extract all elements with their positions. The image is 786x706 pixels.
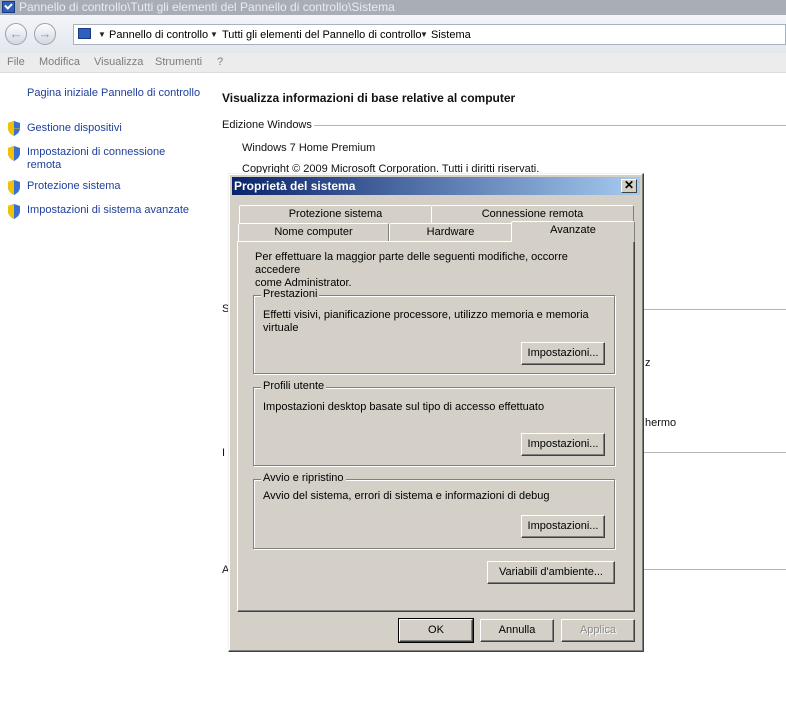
dialog-title: Proprietà del sistema bbox=[234, 179, 356, 193]
description-line: virtuale bbox=[263, 322, 299, 334]
tab-protezione-sistema[interactable]: Protezione sistema bbox=[239, 205, 432, 223]
menu-visualizza[interactable]: Visualizza bbox=[94, 56, 143, 68]
chevron-down-icon[interactable]: ▼ bbox=[420, 27, 428, 43]
tab-nome-computer[interactable]: Nome computer bbox=[238, 223, 389, 241]
ok-button[interactable]: OK bbox=[398, 618, 474, 643]
startup-description: Avvio del sistema, errori di sistema e i… bbox=[263, 490, 550, 502]
close-icon: ✕ bbox=[624, 178, 635, 192]
back-button[interactable]: ← bbox=[5, 23, 27, 45]
shield-icon bbox=[8, 121, 20, 136]
tab-avanzate[interactable]: Avanzate bbox=[511, 221, 635, 242]
profiles-settings-button[interactable]: Impostazioni... bbox=[521, 433, 605, 456]
section-divider bbox=[642, 309, 786, 310]
performance-settings-button[interactable]: Impostazioni... bbox=[521, 342, 605, 365]
cancel-button[interactable]: Annulla bbox=[480, 619, 554, 642]
section-divider bbox=[642, 452, 786, 453]
tab-hardware[interactable]: Hardware bbox=[389, 223, 512, 241]
forward-button[interactable]: → bbox=[34, 23, 56, 45]
section-divider bbox=[642, 569, 786, 570]
startup-settings-button[interactable]: Impostazioni... bbox=[521, 515, 605, 538]
window-title: Pannello di controllo\Tutti gli elementi… bbox=[19, 0, 395, 14]
admin-notice: Per effettuare la maggior parte delle se… bbox=[255, 251, 615, 290]
shield-icon bbox=[8, 180, 20, 195]
sidebar-item-gestione-dispositivi[interactable]: Gestione dispositivi bbox=[27, 122, 122, 135]
breadcrumb-system[interactable]: Sistema bbox=[431, 27, 471, 43]
menu-file[interactable]: File bbox=[7, 56, 25, 68]
edition-header: Edizione Windows bbox=[222, 119, 314, 131]
menu-bar: File Modifica Visualizza Strumenti ? bbox=[0, 53, 786, 73]
shield-icon bbox=[8, 146, 20, 161]
description-line: Effetti visivi, pianificazione processor… bbox=[263, 309, 589, 321]
menu-help[interactable]: ? bbox=[217, 56, 223, 68]
sidebar-home-link[interactable]: Pagina iniziale Pannello di controllo bbox=[27, 87, 200, 100]
sidebar-item-impostazioni-avanzate[interactable]: Impostazioni di sistema avanzate bbox=[27, 204, 189, 217]
forward-arrow-icon: → bbox=[38, 26, 52, 41]
menu-modifica[interactable]: Modifica bbox=[39, 56, 80, 68]
apply-button[interactable]: Applica bbox=[561, 619, 635, 642]
environment-variables-button[interactable]: Variabili d'ambiente... bbox=[487, 561, 615, 584]
chevron-down-icon[interactable]: ▼ bbox=[98, 27, 106, 43]
startup-recovery-group: Avvio e ripristino Avvio del sistema, er… bbox=[253, 472, 615, 549]
sidebar-item-label: Impostazioni di connessione bbox=[27, 146, 166, 158]
window-titlebar: Pannello di controllo\Tutti gli elementi… bbox=[0, 0, 786, 15]
dialog-titlebar: Proprietà del sistema ✕ bbox=[232, 177, 640, 195]
sidebar-item-connessione-remota[interactable]: Impostazioni di connessione remota bbox=[27, 146, 165, 172]
page-title: Visualizza informazioni di base relative… bbox=[222, 91, 516, 105]
hidden-text-fragment: hermo bbox=[645, 417, 677, 429]
shield-icon bbox=[8, 204, 20, 219]
sidebar-item-label: remota bbox=[27, 159, 62, 171]
performance-description: Effetti visivi, pianificazione processor… bbox=[263, 309, 589, 335]
back-arrow-icon: ← bbox=[9, 26, 23, 41]
address-bar[interactable]: ▼ Pannello di controllo ▼ Tutti gli elem… bbox=[73, 24, 786, 45]
hidden-text-fragment: z bbox=[645, 357, 651, 369]
breadcrumb-control-panel[interactable]: Pannello di controllo bbox=[109, 27, 208, 43]
group-legend: Profili utente bbox=[261, 380, 327, 392]
system-properties-dialog: Proprietà del sistema ✕ Protezione siste… bbox=[228, 173, 644, 652]
profiles-description: Impostazioni desktop basate sul tipo di … bbox=[263, 401, 545, 413]
chevron-down-icon[interactable]: ▼ bbox=[210, 27, 218, 43]
breadcrumb-all-items[interactable]: Tutti gli elementi del Pannello di contr… bbox=[222, 27, 422, 43]
close-button[interactable]: ✕ bbox=[621, 179, 637, 193]
windows-edition: Windows 7 Home Premium bbox=[242, 142, 376, 154]
group-legend: Prestazioni bbox=[261, 288, 320, 300]
group-legend: Avvio e ripristino bbox=[261, 472, 346, 484]
user-profiles-group: Profili utente Impostazioni desktop basa… bbox=[253, 380, 615, 466]
control-panel-icon bbox=[78, 28, 91, 39]
performance-group: Prestazioni Effetti visivi, pianificazio… bbox=[253, 288, 615, 374]
control-panel-icon bbox=[2, 1, 15, 13]
sidebar-item-protezione-sistema[interactable]: Protezione sistema bbox=[27, 180, 121, 193]
menu-strumenti[interactable]: Strumenti bbox=[155, 56, 202, 68]
navigation-bar: ← → ▼ Pannello di controllo ▼ Tutti gli … bbox=[0, 15, 786, 53]
hidden-section-label: I bbox=[222, 447, 226, 459]
admin-notice-line: Per effettuare la maggior parte delle se… bbox=[255, 251, 568, 276]
